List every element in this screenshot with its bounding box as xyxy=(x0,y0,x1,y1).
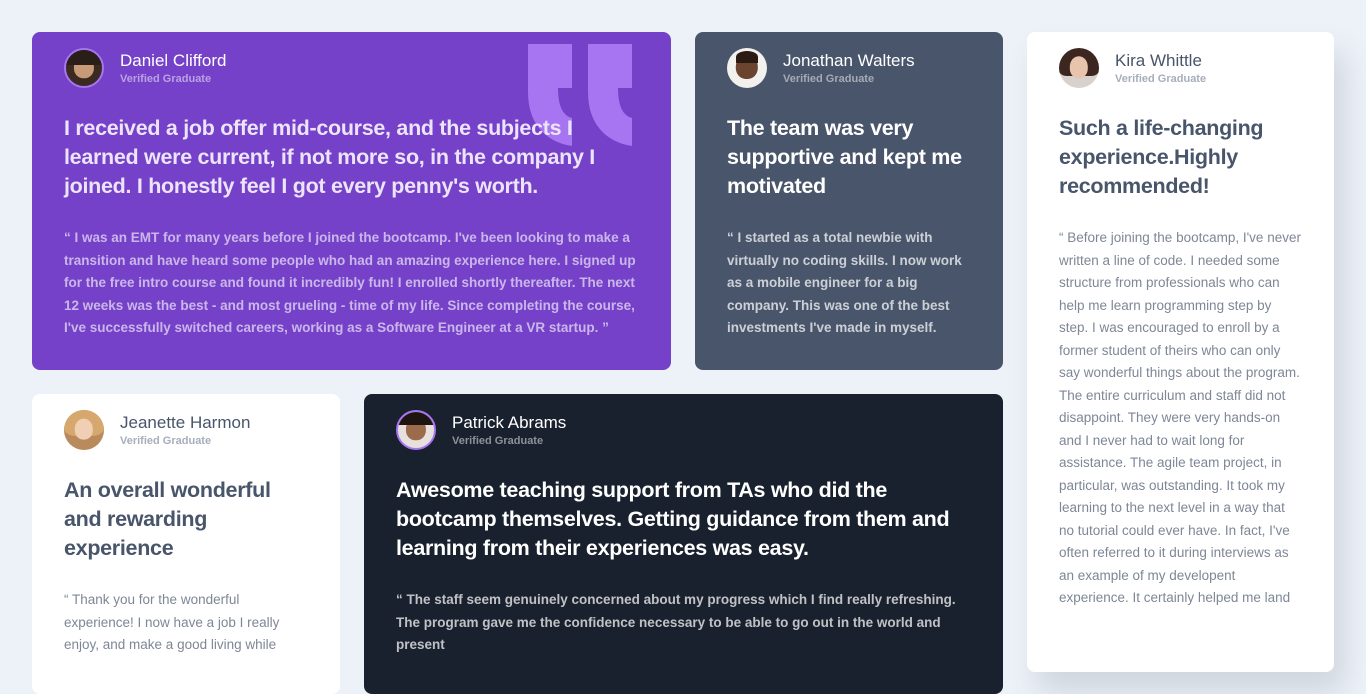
author-role: Verified Graduate xyxy=(120,72,212,85)
author-role: Verified Graduate xyxy=(452,434,544,447)
avatar-jeanette xyxy=(64,410,104,450)
testimonial-body: “ Before joining the bootcamp, I've neve… xyxy=(1059,230,1301,605)
testimonial-title: I received a job offer mid-course, and t… xyxy=(64,116,595,198)
avatar-daniel xyxy=(64,48,104,88)
testimonial-title: Such a life-changing experience.Highly r… xyxy=(1059,116,1264,198)
author-name: Daniel Clifford xyxy=(120,50,227,70)
card-header: Jeanette Harmon Verified Graduate xyxy=(64,410,308,450)
author-role: Verified Graduate xyxy=(783,72,875,85)
author-name: Kira Whittle xyxy=(1115,50,1202,70)
testimonial-body: “ The staff seem genuinely concerned abo… xyxy=(396,592,956,652)
testimonial-title: Awesome teaching support from TAs who di… xyxy=(396,478,950,560)
avatar-patrick xyxy=(396,410,436,450)
testimonial-card-patrick: Patrick Abrams Verified Graduate Awesome… xyxy=(364,394,1003,694)
author-role: Verified Graduate xyxy=(1115,72,1207,85)
avatar-kira xyxy=(1059,48,1099,88)
testimonial-title: An overall wonderful and rewarding exper… xyxy=(64,478,271,560)
testimonial-card-jonathan: Jonathan Walters Verified Graduate The t… xyxy=(695,32,1003,370)
author-name: Patrick Abrams xyxy=(452,412,567,432)
testimonial-body: “ I was an EMT for many years before I j… xyxy=(64,230,636,335)
avatar-jonathan xyxy=(727,48,767,88)
testimonial-body: “ Thank you for the wonderful experience… xyxy=(64,592,280,652)
author-name: Jeanette Harmon xyxy=(120,412,251,432)
testimonial-body: “ I started as a total newbie with virtu… xyxy=(727,230,962,335)
author-name: Jonathan Walters xyxy=(783,50,915,70)
card-header: Kira Whittle Verified Graduate xyxy=(1059,48,1302,88)
card-header: Daniel Clifford Verified Graduate xyxy=(64,48,639,88)
testimonial-title: The team was very supportive and kept me… xyxy=(727,116,962,198)
testimonial-card-daniel: Daniel Clifford Verified Graduate I rece… xyxy=(32,32,671,370)
testimonial-card-jeanette: Jeanette Harmon Verified Graduate An ove… xyxy=(32,394,340,694)
card-header: Patrick Abrams Verified Graduate xyxy=(396,410,971,450)
testimonial-card-kira: Kira Whittle Verified Graduate Such a li… xyxy=(1027,32,1334,672)
author-role: Verified Graduate xyxy=(120,434,212,447)
card-header: Jonathan Walters Verified Graduate xyxy=(727,48,971,88)
